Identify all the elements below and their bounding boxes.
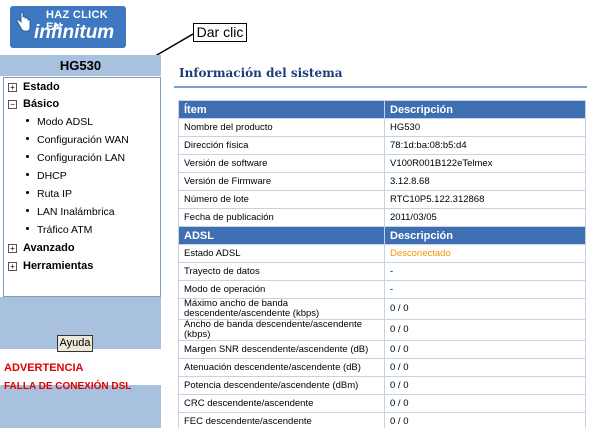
menu-item-herramientas[interactable]: + Herramientas [8,258,93,274]
row-value: - [384,262,586,281]
row-value: RTC10P5.122.312868 [384,190,586,209]
menu-item-estado[interactable]: + Estado [8,79,60,95]
row-label: Nombre del producto [178,118,385,137]
row-label: Trayecto de datos [178,262,385,281]
row-label: Ancho de banda descendente/ascendente (k… [178,319,385,341]
row-label: Máximo ancho de banda descendente/ascend… [178,298,385,320]
page-header: HAZ CLICK EN infinitum Dar clic [0,0,592,52]
table-row: Número de lote RTC10P5.122.312868 [178,190,586,209]
row-value: HG530 [384,118,586,137]
expand-icon[interactable]: + [8,262,17,271]
bullet-icon [26,137,29,140]
row-value: 0 / 0 [384,358,586,377]
table-row: Potencia descendente/ascendente (dBm) 0 /… [178,376,586,395]
row-value: 2011/03/05 [384,208,586,227]
menu-subitem-trafico-atm[interactable]: Tráfico ATM [26,222,92,238]
warning-message: FALLA DE CONEXIÓN DSL [4,381,132,392]
row-label: FEC descendente/ascendente [178,412,385,428]
row-value: 0 / 0 [384,340,586,359]
table-row: FEC descendente/ascendente 0 / 0 [178,412,586,428]
bullet-icon [26,209,29,212]
table-row: Atenuación descendente/ascendente (dB) 0 … [178,358,586,377]
row-value: 0 / 0 [384,376,586,395]
row-label: Dirección física [178,136,385,155]
row-label: Número de lote [178,190,385,209]
row-value: 0 / 0 [384,298,586,320]
bullet-icon [26,155,29,158]
callout-box: Dar clic [193,23,247,42]
infinitum-logo[interactable]: HAZ CLICK EN infinitum [10,6,126,48]
nav-menu: + Estado − Básico Modo ADSL Configuración … [3,77,161,297]
row-label: Estado ADSL [178,244,385,263]
row-value: 78:1d:ba:08:b5:d4 [384,136,586,155]
row-value: 3.12.8.68 [384,172,586,191]
row-label: Versión de software [178,154,385,173]
row-value: - [384,280,586,299]
table-row: Máximo ancho de banda descendente/ascend… [178,298,586,320]
help-button[interactable]: Ayuda [57,335,93,352]
table-row: Versión de software V100R001B122eTelmex [178,154,586,173]
row-value: V100R001B122eTelmex [384,154,586,173]
table-header-row: Ítem Descripción [178,100,586,119]
row-label: Potencia descendente/ascendente (dBm) [178,376,385,395]
table-row: Nombre del producto HG530 [178,118,586,137]
table-row: Fecha de publicación 2011/03/05 [178,208,586,227]
menu-subitem-config-lan[interactable]: Configuración LAN [26,150,125,166]
menu-subitem-lan-inalambrica[interactable]: LAN Inalámbrica [26,204,115,220]
column-header-item: Ítem [178,100,385,119]
adsl-status-value: Desconectado [384,244,586,263]
table-row: Margen SNR descendente/ascendente (dB) 0 … [178,340,586,359]
menu-item-basico[interactable]: − Básico [8,96,59,112]
column-header-description: Descripción [384,100,586,119]
collapse-icon[interactable]: − [8,100,17,109]
sidebar: HG530 + Estado − Básico Modo ADSL Configur… [0,55,163,428]
expand-icon[interactable]: + [8,244,17,253]
table-row: Modo de operación - [178,280,586,299]
row-label: CRC descendente/ascendente [178,394,385,413]
table-row: CRC descendente/ascendente 0 / 0 [178,394,586,413]
expand-icon[interactable]: + [8,83,17,92]
logo-wordmark: infinitum [34,22,115,43]
row-value: 0 / 0 [384,319,586,341]
bullet-icon [26,227,29,230]
device-model-title: HG530 [0,55,161,76]
menu-subitem-dhcp[interactable]: DHCP [26,168,67,184]
warning-title: ADVERTENCIA [4,362,84,374]
menu-subitem-modo-adsl[interactable]: Modo ADSL [26,114,93,130]
row-value: 0 / 0 [384,412,586,428]
menu-item-avanzado[interactable]: + Avanzado [8,240,75,256]
bullet-icon [26,173,29,176]
row-label: Margen SNR descendente/ascendente (dB) [178,340,385,359]
row-label: Fecha de publicación [178,208,385,227]
table-row: Estado ADSL Desconectado [178,244,586,263]
system-info-table: Ítem Descripción Nombre del producto HG53… [178,100,586,428]
title-divider [174,86,587,88]
table-row: Trayecto de datos - [178,262,586,281]
menu-subitem-config-wan[interactable]: Configuración WAN [26,132,129,148]
row-label: Modo de operación [178,280,385,299]
menu-subitem-ruta-ip[interactable]: Ruta IP [26,186,72,202]
row-value: 0 / 0 [384,394,586,413]
table-row: Versión de Firmware 3.12.8.68 [178,172,586,191]
column-header-adsl: ADSL [178,226,385,245]
row-label: Atenuación descendente/ascendente (dB) [178,358,385,377]
bullet-icon [26,191,29,194]
adsl-header-row: ADSL Descripción [178,226,586,245]
table-row: Dirección física 78:1d:ba:08:b5:d4 [178,136,586,155]
bullet-icon [26,119,29,122]
hand-cursor-icon [16,11,31,32]
column-header-description: Descripción [384,226,586,245]
table-row: Ancho de banda descendente/ascendente (k… [178,319,586,341]
row-label: Versión de Firmware [178,172,385,191]
page-title: Información del sistema [179,66,343,80]
